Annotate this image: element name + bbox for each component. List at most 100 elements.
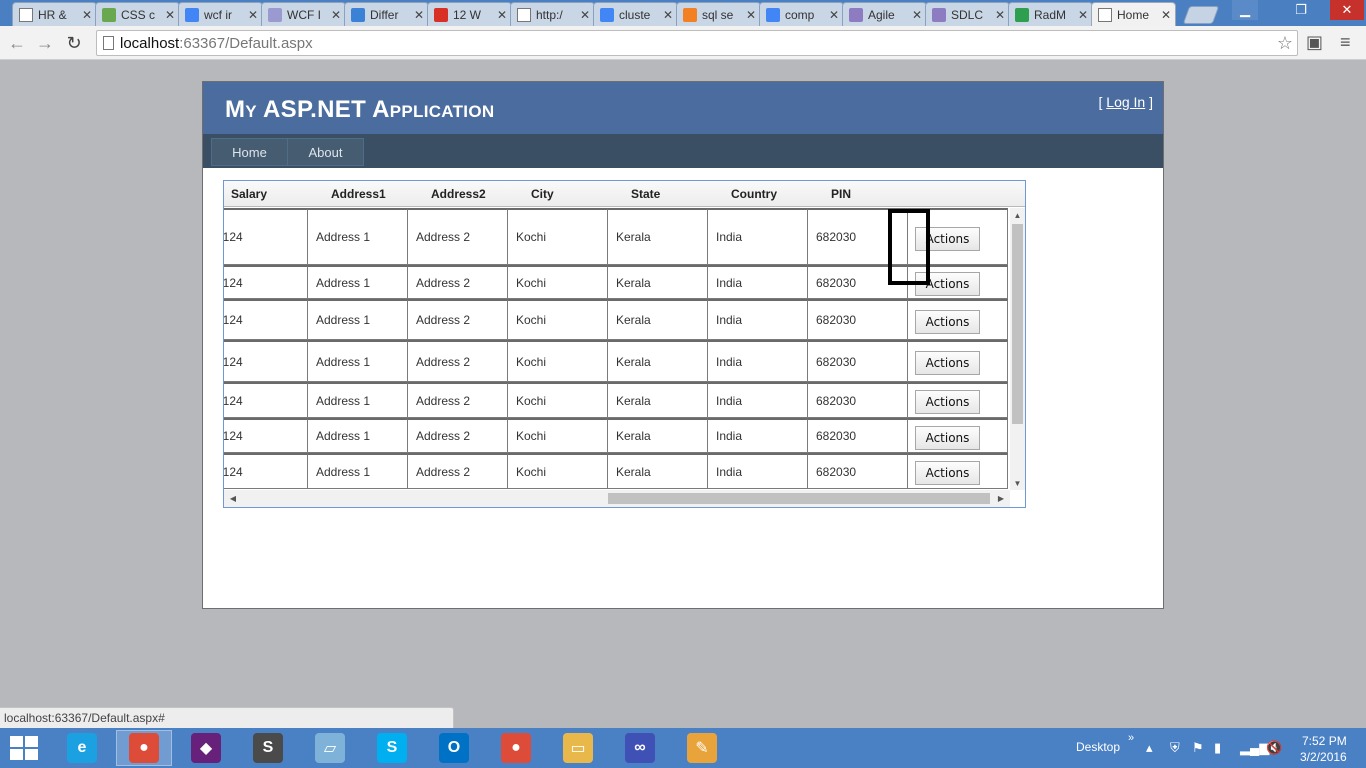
taskbar-app-button[interactable]: S xyxy=(240,730,296,766)
flag-icon[interactable]: ⚑ xyxy=(1192,740,1204,756)
scroll-down-arrow-icon[interactable]: ▼ xyxy=(1010,476,1025,490)
address2-value: Address 2 xyxy=(416,354,471,369)
address1-cell: Address 1 xyxy=(307,299,408,340)
country-cell: India xyxy=(707,340,808,382)
close-tab-icon[interactable]: ✕ xyxy=(497,8,507,22)
close-tab-icon[interactable]: ✕ xyxy=(912,8,922,22)
taskbar-app-button[interactable]: ● xyxy=(488,730,544,766)
wifi-signal-icon[interactable]: ▂▄▆ xyxy=(1240,740,1269,756)
cast-icon[interactable]: ▣ xyxy=(1306,32,1323,53)
scroll-up-arrow-icon[interactable]: ▲ xyxy=(1010,208,1025,222)
vertical-scrollbar[interactable]: ▲ ▼ xyxy=(1010,208,1025,490)
bookmark-star-icon[interactable]: ☆ xyxy=(1277,33,1293,54)
browser-tab-5[interactable]: 12 W ✕ xyxy=(427,2,512,26)
actions-button[interactable]: Actions xyxy=(915,426,980,450)
taskbar-app-button[interactable]: ▱ xyxy=(302,730,358,766)
maximize-window-button[interactable]: ❐ xyxy=(1288,0,1314,20)
taskbar-app-button[interactable]: S xyxy=(364,730,420,766)
menu-item-home[interactable]: Home xyxy=(211,138,288,166)
browser-tab-13[interactable]: Home ✕ xyxy=(1091,2,1176,26)
taskbar-app-button[interactable]: ∞ xyxy=(612,730,668,766)
taskbar-app-button[interactable]: ▭ xyxy=(550,730,606,766)
header-country[interactable]: Country xyxy=(731,187,777,201)
browser-tab-4[interactable]: Differ ✕ xyxy=(344,2,429,26)
horizontal-scrollbar[interactable]: ◀ ▶ xyxy=(224,490,1010,507)
browser-tab-2[interactable]: wcf ir ✕ xyxy=(178,2,263,26)
close-tab-icon[interactable]: ✕ xyxy=(663,8,673,22)
page-icon xyxy=(517,7,531,22)
salary-cell: 3124 xyxy=(224,382,308,418)
actions-button[interactable]: Actions xyxy=(915,390,980,414)
header-city[interactable]: City xyxy=(531,187,554,201)
actions-button[interactable]: Actions xyxy=(915,461,980,485)
taskbar-app-button[interactable]: e xyxy=(54,730,110,766)
chrome-menu-icon[interactable]: ≡ xyxy=(1340,32,1351,53)
close-tab-icon[interactable]: ✕ xyxy=(414,8,424,22)
address-bar[interactable]: localhost:63367/Default.aspx ☆ xyxy=(96,30,1298,56)
chrome-icon: ● xyxy=(501,733,531,763)
close-tab-icon[interactable]: ✕ xyxy=(746,8,756,22)
menu-item-about[interactable]: About xyxy=(287,138,364,166)
scroll-left-arrow-icon[interactable]: ◀ xyxy=(226,490,240,507)
show-hidden-icons-icon[interactable]: ▴ xyxy=(1146,740,1153,756)
close-tab-icon[interactable]: ✕ xyxy=(165,8,175,22)
close-tab-icon[interactable]: ✕ xyxy=(829,8,839,22)
actions-button[interactable]: Actions xyxy=(915,272,980,296)
browser-tab-1[interactable]: CSS c ✕ xyxy=(95,2,180,26)
battery-icon[interactable]: ▮ xyxy=(1214,740,1221,756)
browser-tab-6[interactable]: http:/ ✕ xyxy=(510,2,595,26)
header-address1[interactable]: Address1 xyxy=(331,187,386,201)
browser-tab-7[interactable]: cluste ✕ xyxy=(593,2,678,26)
browser-tab-9[interactable]: comp ✕ xyxy=(759,2,844,26)
browser-tab-8[interactable]: sql se ✕ xyxy=(676,2,761,26)
browser-tab-3[interactable]: WCF I ✕ xyxy=(261,2,346,26)
header-pin[interactable]: PIN xyxy=(831,187,851,201)
header-state[interactable]: State xyxy=(631,187,660,201)
close-tab-icon[interactable]: ✕ xyxy=(1078,8,1088,22)
windows-start-icon[interactable] xyxy=(10,736,38,760)
address1-value: Address 1 xyxy=(316,275,371,290)
chevron-right-icon[interactable]: » xyxy=(1128,732,1134,744)
address2-value: Address 2 xyxy=(416,429,471,443)
browser-tab-11[interactable]: SDLC ✕ xyxy=(925,2,1010,26)
volume-muted-icon[interactable]: 🔇 xyxy=(1266,740,1282,756)
tab-title: wcf ir xyxy=(204,7,232,22)
browser-tab-10[interactable]: Agile ✕ xyxy=(842,2,927,26)
browser-tab-0[interactable]: HR & ✕ xyxy=(12,2,97,26)
close-tab-icon[interactable]: ✕ xyxy=(331,8,341,22)
horizontal-scroll-thumb[interactable] xyxy=(608,493,990,504)
reload-icon[interactable]: ↻ xyxy=(63,32,85,54)
pin-cell: 682030 xyxy=(807,265,908,299)
close-tab-icon[interactable]: ✕ xyxy=(995,8,1005,22)
close-tab-icon[interactable]: ✕ xyxy=(580,8,590,22)
forward-arrow-icon[interactable]: → xyxy=(34,32,56,54)
actions-button[interactable]: Actions xyxy=(915,310,980,334)
actions-button[interactable]: Actions xyxy=(915,227,980,251)
actions-button[interactable]: Actions xyxy=(915,351,980,375)
vertical-scroll-thumb[interactable] xyxy=(1012,224,1023,424)
browser-tab-12[interactable]: RadM ✕ xyxy=(1008,2,1093,26)
state-value: Kerala xyxy=(616,313,651,327)
close-tab-icon[interactable]: ✕ xyxy=(248,8,258,22)
close-tab-icon[interactable]: ✕ xyxy=(82,8,92,22)
login-link[interactable]: Log In xyxy=(1106,94,1145,110)
salary-value: 3124 xyxy=(224,275,243,290)
salary-value: 3124 xyxy=(224,464,243,479)
clock-time[interactable]: 7:52 PM xyxy=(1302,734,1347,748)
taskbar-app-button[interactable]: O xyxy=(426,730,482,766)
shield-icon[interactable]: ⛨ xyxy=(1170,740,1180,756)
salary-value: 3124 xyxy=(224,230,243,244)
country-value: India xyxy=(716,393,743,408)
taskbar-app-button[interactable]: ◆ xyxy=(178,730,234,766)
header-address2[interactable]: Address2 xyxy=(431,187,486,201)
taskbar-app-button[interactable]: ● xyxy=(116,730,172,766)
taskbar-app-button[interactable]: ✎ xyxy=(674,730,730,766)
desktop-toolbar-label[interactable]: Desktop xyxy=(1076,740,1120,754)
back-arrow-icon[interactable]: ← xyxy=(6,32,28,54)
clock-date[interactable]: 3/2/2016 xyxy=(1300,750,1347,764)
header-salary[interactable]: Salary xyxy=(231,187,267,201)
minimize-window-button[interactable]: ▁ xyxy=(1232,0,1258,20)
close-window-button[interactable]: ✕ xyxy=(1330,0,1364,20)
close-tab-icon[interactable]: ✕ xyxy=(1161,8,1171,22)
scroll-right-arrow-icon[interactable]: ▶ xyxy=(994,490,1008,507)
